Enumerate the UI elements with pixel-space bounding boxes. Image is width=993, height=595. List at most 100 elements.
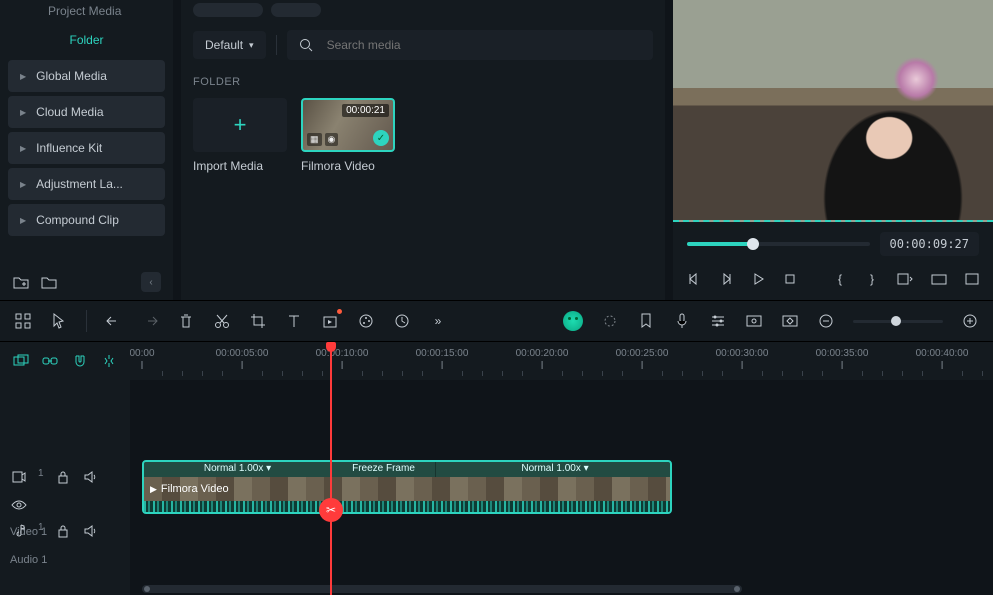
mute-icon[interactable] bbox=[82, 522, 100, 540]
check-icon: ✓ bbox=[373, 130, 389, 146]
scissors-icon[interactable]: ✂ bbox=[319, 498, 343, 522]
visibility-icon[interactable] bbox=[10, 496, 28, 514]
collapse-sidebar-button[interactable]: ‹ bbox=[141, 272, 161, 292]
mute-icon[interactable] bbox=[82, 468, 100, 486]
sidebar-item-label: Cloud Media bbox=[36, 105, 103, 119]
sidebar-item-label: Influence Kit bbox=[36, 141, 102, 155]
cut-button[interactable] bbox=[213, 312, 231, 330]
clip-waveform bbox=[144, 501, 670, 512]
timeline: 1 Video 1 1 Audio 1 00:0000:00:05:0000:0… bbox=[0, 342, 993, 595]
sidebar-item-label: Compound Clip bbox=[36, 213, 119, 227]
audio-mix-button[interactable] bbox=[709, 312, 727, 330]
audio-track-row[interactable] bbox=[130, 514, 993, 568]
snapshot-button[interactable] bbox=[931, 270, 947, 288]
film-icon: ▦ bbox=[307, 133, 322, 146]
chevron-right-icon: ▶ bbox=[20, 108, 26, 117]
zoom-in-button[interactable] bbox=[961, 312, 979, 330]
delete-button[interactable] bbox=[177, 312, 195, 330]
audio-track-header[interactable]: 1 Audio 1 bbox=[0, 514, 130, 568]
color-button[interactable] bbox=[357, 312, 375, 330]
video-track-icon bbox=[10, 468, 28, 486]
stop-button[interactable] bbox=[783, 270, 797, 288]
text-button[interactable] bbox=[285, 312, 303, 330]
mark-in-button[interactable]: { bbox=[833, 270, 847, 288]
chevron-right-icon: ▶ bbox=[20, 180, 26, 189]
search-field-wrap bbox=[287, 30, 653, 60]
clip-duration-badge: 00:00:21 bbox=[342, 104, 389, 117]
video-track-header[interactable]: 1 Video 1 bbox=[0, 460, 130, 514]
search-icon bbox=[297, 36, 315, 54]
quality-dropdown[interactable] bbox=[897, 270, 913, 288]
clip-title: Filmora Video bbox=[161, 483, 229, 495]
chevron-right-icon: ▶ bbox=[20, 216, 26, 225]
preview-panel: 00:00:09:27 { } bbox=[673, 0, 993, 300]
prev-frame-button[interactable] bbox=[687, 270, 701, 288]
zoom-slider[interactable] bbox=[853, 320, 943, 323]
audio-track-label: Audio 1 bbox=[10, 554, 120, 566]
filter-pill[interactable] bbox=[193, 3, 263, 17]
media-sidebar: Project Media Folder ▶ Global Media ▶ Clou… bbox=[0, 0, 173, 300]
preview-viewport[interactable] bbox=[673, 0, 993, 222]
media-panel: Default ▾ FOLDER + Import Media bbox=[181, 0, 665, 300]
play-icon: ▶ bbox=[150, 484, 157, 495]
sidebar-item-global-media[interactable]: ▶ Global Media bbox=[8, 60, 165, 92]
lock-icon[interactable] bbox=[54, 522, 72, 540]
tl-option-magnet-icon[interactable] bbox=[71, 352, 89, 370]
audio-icon: ◉ bbox=[325, 133, 339, 146]
undo-button[interactable] bbox=[105, 312, 123, 330]
crop-button[interactable] bbox=[249, 312, 267, 330]
selection-tool-icon[interactable] bbox=[50, 312, 68, 330]
speed-button[interactable] bbox=[321, 312, 339, 330]
keyframe-button[interactable] bbox=[781, 312, 799, 330]
sidebar-item-influence-kit[interactable]: ▶ Influence Kit bbox=[8, 132, 165, 164]
sidebar-item-label: Global Media bbox=[36, 69, 107, 83]
chevron-down-icon: ▾ bbox=[249, 40, 254, 51]
more-tools-button[interactable]: » bbox=[429, 312, 447, 330]
sidebar-item-cloud-media[interactable]: ▶ Cloud Media bbox=[8, 96, 165, 128]
sidebar-item-compound-clip[interactable]: ▶ Compound Clip bbox=[8, 204, 165, 236]
import-label: Import Media bbox=[193, 159, 287, 173]
folder-icon[interactable] bbox=[40, 273, 58, 291]
video-clip[interactable]: Normal 1.00x ▾Freeze FrameNormal 1.00x ▾… bbox=[142, 460, 672, 514]
clip-name-label: Filmora Video bbox=[301, 159, 395, 173]
tl-option-autoripple-icon[interactable] bbox=[101, 352, 119, 370]
plus-icon: + bbox=[234, 112, 247, 138]
import-media-button[interactable]: + bbox=[193, 98, 287, 152]
playhead[interactable]: ✂ bbox=[330, 342, 332, 595]
new-folder-icon[interactable] bbox=[12, 273, 30, 291]
media-clip-thumbnail[interactable]: 00:00:21 ▦ ◉ ✓ bbox=[301, 98, 395, 152]
tl-option-overlap-icon[interactable] bbox=[12, 352, 30, 370]
tl-option-link-icon[interactable] bbox=[42, 352, 60, 370]
sort-dropdown[interactable]: Default ▾ bbox=[193, 31, 266, 59]
motion-button[interactable] bbox=[393, 312, 411, 330]
filter-pill[interactable] bbox=[271, 3, 321, 17]
timeline-ruler[interactable]: 00:0000:00:05:0000:00:10:0000:00:15:0000… bbox=[130, 342, 993, 380]
sort-label: Default bbox=[205, 38, 243, 52]
folder-heading: FOLDER bbox=[193, 76, 653, 88]
play-button[interactable] bbox=[751, 270, 765, 288]
sidebar-item-adjustment-layer[interactable]: ▶ Adjustment La... bbox=[8, 168, 165, 200]
timeline-toolbar: » bbox=[0, 300, 993, 342]
search-input[interactable] bbox=[325, 37, 643, 53]
effects-button[interactable] bbox=[601, 312, 619, 330]
next-frame-button[interactable] bbox=[719, 270, 733, 288]
sidebar-tab-project-media[interactable]: Project Media bbox=[8, 0, 165, 20]
timeline-scrollbar[interactable] bbox=[142, 585, 981, 593]
ai-assistant-button[interactable] bbox=[563, 311, 583, 331]
voiceover-button[interactable] bbox=[673, 312, 691, 330]
chevron-right-icon: ▶ bbox=[20, 144, 26, 153]
chevron-right-icon: ▶ bbox=[20, 72, 26, 81]
marker-button[interactable] bbox=[637, 312, 655, 330]
preview-timecode: 00:00:09:27 bbox=[880, 232, 979, 256]
zoom-out-button[interactable] bbox=[817, 312, 835, 330]
preview-seek-slider[interactable] bbox=[687, 242, 870, 246]
video-track-row[interactable]: Normal 1.00x ▾Freeze FrameNormal 1.00x ▾… bbox=[130, 460, 993, 514]
mark-out-button[interactable]: } bbox=[865, 270, 879, 288]
sidebar-tab-folder[interactable]: Folder bbox=[8, 24, 165, 56]
modules-icon[interactable] bbox=[14, 312, 32, 330]
sidebar-item-label: Adjustment La... bbox=[36, 177, 123, 191]
redo-button[interactable] bbox=[141, 312, 159, 330]
render-button[interactable] bbox=[745, 312, 763, 330]
fullscreen-button[interactable] bbox=[965, 270, 979, 288]
lock-icon[interactable] bbox=[54, 468, 72, 486]
